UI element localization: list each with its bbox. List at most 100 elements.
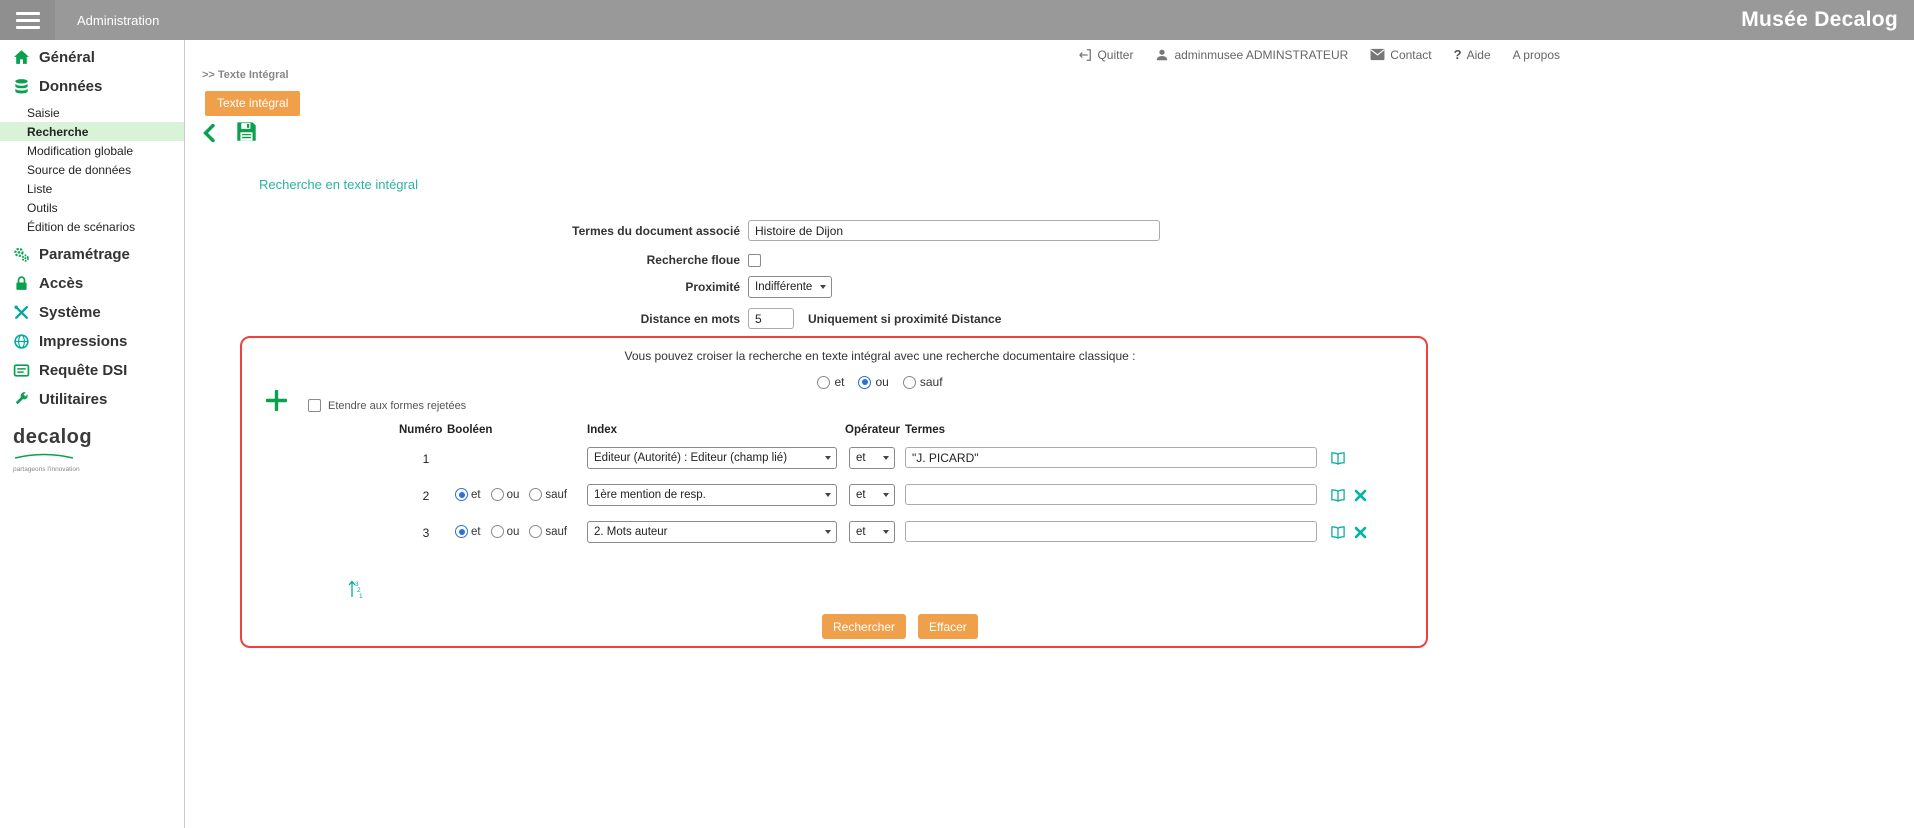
page-title: Recherche en texte intégral: [259, 177, 418, 192]
extend-rejected-label: Etendre aux formes rejetées: [328, 400, 466, 412]
column-header-termes: Termes: [905, 424, 945, 436]
sidebar-item-source-de-donnees[interactable]: Source de données: [0, 160, 184, 179]
effacer-button[interactable]: Effacer: [918, 614, 978, 639]
sidebar-item-saisie[interactable]: Saisie: [0, 103, 184, 122]
save-button[interactable]: [236, 121, 257, 147]
sidebar-item-systeme[interactable]: Système: [0, 298, 184, 327]
decalog-logo: decalog partageons l'innovation: [13, 427, 184, 473]
index-select-3[interactable]: 2. Mots auteur: [587, 521, 837, 543]
sidebar-item-utilitaires[interactable]: Utilitaires: [0, 385, 184, 414]
extend-rejected-forms: Etendre aux formes rejetées: [308, 399, 466, 412]
index-browse-button-1[interactable]: [1330, 451, 1346, 471]
criterion-row: 2 et ou sauf 1ère mention de resp. et: [242, 484, 1426, 508]
global-bool-et[interactable]: et: [817, 375, 844, 389]
quit-link[interactable]: Quitter: [1078, 48, 1133, 62]
global-boolean-group: et ou sauf: [334, 375, 1426, 389]
sidebar-item-label: Utilitaires: [39, 391, 107, 408]
tab-texte-integral[interactable]: Texte intégral: [205, 91, 300, 116]
index-select-2[interactable]: 1ère mention de resp.: [587, 484, 837, 506]
radio-et[interactable]: [455, 525, 468, 538]
delete-row-button-3[interactable]: [1354, 526, 1367, 544]
termes-row: Termes du document associé: [440, 220, 1160, 241]
radio-ou[interactable]: [491, 488, 504, 501]
distance-input[interactable]: [748, 308, 794, 329]
user-account[interactable]: adminmusee ADMINSTRATEUR: [1155, 48, 1348, 62]
proximite-label: Proximité: [440, 280, 740, 294]
index-select-wrap: Editeur (Autorité) : Editeur (champ lié): [587, 447, 837, 469]
delete-row-button-2[interactable]: [1354, 489, 1367, 507]
wrench-icon: [13, 391, 30, 408]
sidebar-item-edition-scenarios[interactable]: Édition de scénarios: [0, 217, 184, 236]
gears-icon: [13, 246, 30, 263]
svg-text:1: 1: [359, 593, 363, 600]
termes-input-1[interactable]: [905, 447, 1317, 468]
logo-tagline: partageons l'innovation: [13, 466, 184, 473]
radio-ou[interactable]: [858, 376, 871, 389]
numeric-sort-icon[interactable]: 321: [346, 576, 366, 605]
termes-input-2[interactable]: [905, 484, 1317, 505]
sidebar-item-modification-globale[interactable]: Modification globale: [0, 141, 184, 160]
globe-icon: [13, 333, 30, 350]
index-browse-button-2[interactable]: [1330, 488, 1346, 508]
index-browse-button-3[interactable]: [1330, 525, 1346, 545]
recherche-floue-checkbox[interactable]: [748, 254, 761, 267]
recherche-floue-row: Recherche floue: [440, 253, 761, 267]
main-content: Quitter adminmusee ADMINSTRATEUR Contact…: [185, 40, 1914, 828]
row-number: 3: [414, 526, 438, 540]
sidebar-item-outils[interactable]: Outils: [0, 198, 184, 217]
sidebar-item-label: Requête DSI: [39, 362, 127, 379]
sidebar-item-general[interactable]: Général: [0, 43, 184, 72]
operator-select-2[interactable]: et: [849, 484, 895, 506]
radio-sauf[interactable]: [529, 488, 542, 501]
exit-icon: [1078, 48, 1092, 62]
contact-link[interactable]: Contact: [1370, 48, 1431, 62]
open-book-icon: [1330, 488, 1346, 503]
radio-et[interactable]: [817, 376, 830, 389]
termes-input-3[interactable]: [905, 521, 1317, 542]
distance-row: Distance en mots Uniquement si proximité…: [440, 308, 1001, 329]
sidebar-item-recherche[interactable]: Recherche: [0, 122, 184, 141]
breadcrumb: >> Texte Intégral: [202, 69, 289, 81]
sidebar-subnav: Saisie Recherche Modification globale So…: [0, 101, 184, 240]
radio-ou[interactable]: [491, 525, 504, 538]
about-link[interactable]: A propos: [1513, 48, 1560, 62]
sidebar-item-acces[interactable]: Accès: [0, 269, 184, 298]
add-criterion-button[interactable]: [266, 390, 287, 416]
sidebar-item-liste[interactable]: Liste: [0, 179, 184, 198]
radio-sauf[interactable]: [529, 525, 542, 538]
hamburger-menu-icon[interactable]: [0, 0, 55, 40]
index-select-wrap: 1ère mention de resp.: [587, 484, 837, 506]
distance-hint: Uniquement si proximité Distance: [808, 312, 1001, 326]
operator-select-1[interactable]: et: [849, 447, 895, 469]
user-icon: [1155, 48, 1169, 62]
sidebar-item-impressions[interactable]: Impressions: [0, 327, 184, 356]
envelope-icon: [1370, 48, 1385, 61]
column-header-booleen: Booléen: [447, 424, 492, 436]
column-header-operateur: Opérateur: [845, 424, 900, 436]
extend-rejected-checkbox[interactable]: [308, 399, 321, 412]
sidebar-item-requete-dsi[interactable]: Requête DSI: [0, 356, 184, 385]
radio-et[interactable]: [455, 488, 468, 501]
column-header-index: Index: [587, 424, 617, 436]
row-boolean-group: et ou sauf: [455, 488, 567, 501]
global-bool-sauf[interactable]: sauf: [903, 375, 943, 389]
operator-select-wrap: et: [849, 521, 895, 543]
global-bool-ou[interactable]: ou: [858, 375, 888, 389]
plus-icon: [266, 390, 287, 411]
sidebar-item-label: Paramétrage: [39, 246, 130, 263]
sidebar-item-parametrage[interactable]: Paramétrage: [0, 240, 184, 269]
rechercher-button[interactable]: Rechercher: [822, 614, 906, 639]
proximite-select[interactable]: Indifférente: [748, 276, 832, 298]
back-button[interactable]: [200, 123, 220, 148]
termes-document-input[interactable]: [748, 220, 1160, 241]
topbar: Administration Musée Decalog: [0, 0, 1914, 40]
sidebar-item-label: Système: [39, 304, 101, 321]
sidebar-item-label: Impressions: [39, 333, 127, 350]
radio-sauf[interactable]: [903, 376, 916, 389]
sidebar-item-donnees[interactable]: Données: [0, 72, 184, 101]
operator-select-wrap: et: [849, 447, 895, 469]
index-select-1[interactable]: Editeur (Autorité) : Editeur (champ lié): [587, 447, 837, 469]
help-link[interactable]: ? Aide: [1454, 47, 1491, 62]
logo-text: decalog: [13, 427, 184, 447]
operator-select-3[interactable]: et: [849, 521, 895, 543]
